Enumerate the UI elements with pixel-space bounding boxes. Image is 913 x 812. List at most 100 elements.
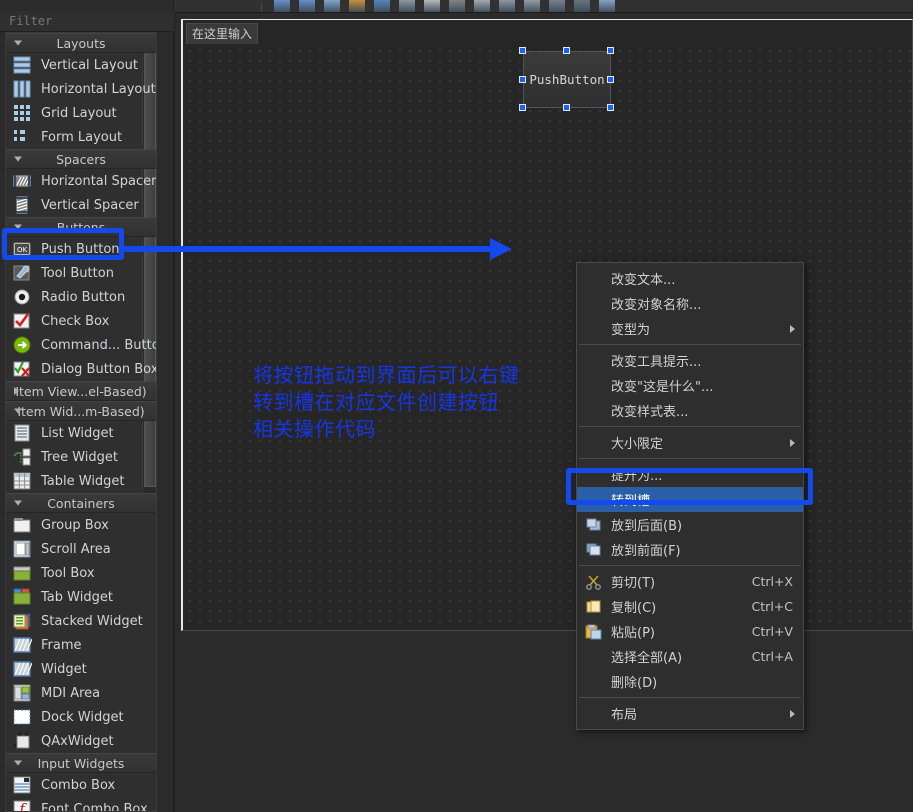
widget-item-tab-widget[interactable]: Tab Widget <box>6 585 156 609</box>
menu-separator <box>579 426 801 427</box>
chevron-down-icon[interactable] <box>14 760 22 766</box>
menu-item-9[interactable]: 转到槽... <box>577 487 803 512</box>
widget-item-grid-layout[interactable]: Grid Layout <box>6 101 156 125</box>
layout-vertically-icon[interactable] <box>449 0 465 12</box>
frame-icon <box>12 636 34 654</box>
layout-form-icon[interactable] <box>524 0 540 12</box>
widget-item-frame[interactable]: Frame <box>6 633 156 657</box>
widget-item-label: Combo Box <box>41 777 116 793</box>
search-input[interactable] <box>7 13 167 29</box>
chevron-down-icon[interactable] <box>14 408 22 414</box>
widget-group-header[interactable]: Item View...el-Based) <box>6 381 156 401</box>
list-widget-icon <box>12 424 34 442</box>
widget-item-command-button[interactable]: Command... Button <box>6 333 156 357</box>
chevron-right-icon[interactable] <box>14 387 19 395</box>
widget-group-header[interactable]: Containers <box>6 493 156 513</box>
widget-item-group-box[interactable]: Group Box <box>6 513 156 537</box>
widget-group-header[interactable]: Buttons <box>6 217 156 237</box>
widget-group-label: Item View...el-Based) <box>15 383 147 399</box>
widget-item-tool-button[interactable]: Tool Button <box>6 261 156 285</box>
widget-item-label: Radio Button <box>41 289 126 305</box>
break-layout-icon[interactable] <box>549 0 565 12</box>
widget-item-stacked-widget[interactable]: Stacked Widget <box>6 609 156 633</box>
vertical-spacer-icon <box>12 196 34 214</box>
widget-item-radio-button[interactable]: Radio Button <box>6 285 156 309</box>
widget-item-dialog-button-box[interactable]: Dialog Button Box <box>6 357 156 381</box>
widget-item-tree-widget[interactable]: Tree Widget <box>6 445 156 469</box>
menu-item-2[interactable]: 改变对象名称... <box>577 291 803 316</box>
widget-item-font-combo-box[interactable]: f Font Combo Box <box>6 797 156 811</box>
widget-item-horizontal-layout[interactable]: Horizontal Layout <box>6 77 156 101</box>
menu-item-label: 大小限定 <box>611 437 664 452</box>
widget-group-label: Buttons <box>56 219 106 235</box>
table-widget-icon <box>12 472 34 490</box>
menu-item-7[interactable]: 大小限定 <box>577 430 803 455</box>
widget-group-label: Containers <box>47 495 115 511</box>
redo-icon[interactable] <box>299 0 315 12</box>
widget-group-header[interactable]: Spacers <box>6 149 156 169</box>
widget-item-check-box[interactable]: Check Box <box>6 309 156 333</box>
chevron-down-icon[interactable] <box>14 156 22 162</box>
menu-item-label: 改变样式表... <box>611 405 689 420</box>
menu-item-6[interactable]: 改变样式表... <box>577 398 803 423</box>
adjust-size-icon[interactable] <box>574 0 590 12</box>
chevron-down-icon[interactable] <box>14 224 22 230</box>
widget-item-dock-widget[interactable]: Dock Widget <box>6 705 156 729</box>
chevron-down-icon[interactable] <box>14 500 22 506</box>
menu-item-15[interactable]: 选择全部(A) Ctrl+A <box>577 644 803 669</box>
widget-item-vertical-spacer[interactable]: Vertical Spacer <box>6 193 156 217</box>
menu-separator <box>579 697 801 698</box>
widget-group-header[interactable]: Input Widgets <box>6 753 156 773</box>
widget-item-combo-box[interactable]: Combo Box <box>6 773 156 797</box>
edit-widgets-icon[interactable] <box>324 0 340 12</box>
widget-item-list-widget[interactable]: List Widget <box>6 421 156 445</box>
menu-item-1[interactable]: 改变文本... <box>577 266 803 291</box>
widget-item-label: Horizontal Spacer <box>41 173 157 189</box>
tree-widget-icon <box>12 448 34 466</box>
menu-item-13[interactable]: 复制(C) Ctrl+C <box>577 594 803 619</box>
widget-group-header[interactable]: Layouts <box>6 33 156 53</box>
widget-group-header[interactable]: Item Wid...m-Based) <box>6 401 156 421</box>
layout-horizontally-icon[interactable] <box>424 0 440 12</box>
edit-signals-icon[interactable] <box>349 0 365 12</box>
undo-icon[interactable] <box>274 0 290 12</box>
widget-item-form-layout[interactable]: Form Layout <box>6 125 156 149</box>
widget-item-table-widget[interactable]: Table Widget <box>6 469 156 493</box>
widget-item-scroll-area[interactable]: Scroll Area <box>6 537 156 561</box>
menu-item-16[interactable]: 删除(D) <box>577 669 803 694</box>
widget-item-qaxwidget[interactable]: x x x QAxWidget <box>6 729 156 753</box>
resize-handle-bottom-right <box>607 104 614 111</box>
menu-item-4[interactable]: 改变工具提示... <box>577 348 803 373</box>
menu-item-11[interactable]: 放到前面(F) <box>577 537 803 562</box>
menu-item-8[interactable]: 提升为... <box>577 462 803 487</box>
svg-text:x: x <box>18 732 22 738</box>
widget-item-label: Frame <box>41 637 82 653</box>
copy-icon <box>585 599 602 615</box>
menu-item-12[interactable]: 剪切(T) Ctrl+X <box>577 569 803 594</box>
menu-item-label: 改变工具提示... <box>611 355 702 370</box>
widget-item-widget[interactable]: Widget <box>6 657 156 681</box>
pushbutton-label: PushButton <box>529 72 605 87</box>
widget-item-mdi-area[interactable]: MDI Area <box>6 681 156 705</box>
context-menu[interactable]: 改变文本... 改变对象名称... 变型为改变工具提示... 改变"这是什么"... 改… <box>576 262 804 730</box>
menu-item-5[interactable]: 改变"这是什么"... <box>577 373 803 398</box>
resize-handle-top-center <box>563 47 570 54</box>
layout-grid-icon[interactable] <box>499 0 515 12</box>
widget-item-vertical-layout[interactable]: Vertical Layout <box>6 53 156 77</box>
chevron-down-icon[interactable] <box>14 40 22 46</box>
menu-item-17[interactable]: 布局 <box>577 701 803 726</box>
preview-icon[interactable] <box>599 0 615 12</box>
menubar-type-here-hint[interactable]: 在这里输入 <box>186 23 259 45</box>
menu-item-10[interactable]: 放到后面(B) <box>577 512 803 537</box>
tool-box-icon <box>12 564 34 582</box>
edit-tab-order-icon[interactable] <box>399 0 415 12</box>
pushbutton-widget[interactable]: PushButton <box>523 51 611 108</box>
edit-buddies-icon[interactable] <box>374 0 390 12</box>
layout-splitter-h-icon[interactable] <box>474 0 490 12</box>
widget-item-horizontal-spacer[interactable]: Horizontal Spacer <box>6 169 156 193</box>
menu-item-3[interactable]: 变型为 <box>577 316 803 341</box>
widget-list[interactable]: Layouts Vertical Layout Horizontal Layout G… <box>5 32 157 812</box>
widget-item-tool-box[interactable]: Tool Box <box>6 561 156 585</box>
widget-item-label: Tool Button <box>41 265 114 281</box>
menu-item-14[interactable]: 粘贴(P) Ctrl+V <box>577 619 803 644</box>
